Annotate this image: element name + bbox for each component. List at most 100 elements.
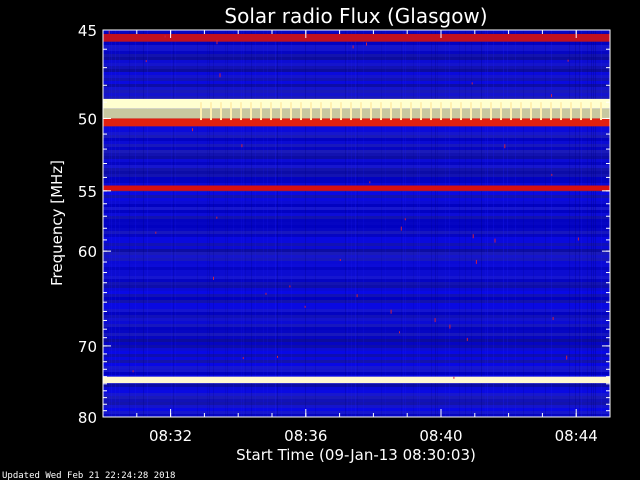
noise-column bbox=[507, 30, 508, 417]
noise-column bbox=[115, 30, 116, 417]
noise-column bbox=[305, 30, 306, 417]
noise-column bbox=[551, 30, 552, 417]
noise-speckle bbox=[434, 318, 436, 323]
interference-spike bbox=[280, 102, 282, 121]
noise-column bbox=[381, 30, 382, 417]
x-tick-label: 08:32 bbox=[149, 427, 192, 445]
noise-speckle bbox=[155, 231, 157, 234]
noise-speckle bbox=[277, 355, 278, 358]
interference-spike bbox=[470, 102, 472, 121]
noise-speckle bbox=[504, 144, 506, 149]
noise-speckle bbox=[356, 294, 358, 298]
noise-speckle bbox=[352, 45, 354, 49]
noise-column bbox=[233, 30, 234, 417]
noise-column bbox=[431, 30, 432, 417]
interference-spike bbox=[440, 102, 442, 121]
noise-column bbox=[173, 30, 174, 417]
noise-column bbox=[225, 30, 226, 417]
interference-spike bbox=[300, 102, 302, 121]
interference-spike bbox=[590, 102, 592, 121]
y-tick-label: 80 bbox=[78, 409, 97, 427]
interference-spike bbox=[600, 102, 602, 121]
noise-column bbox=[277, 30, 278, 417]
interference-spike bbox=[320, 102, 322, 121]
interference-spike bbox=[220, 102, 222, 121]
noise-column bbox=[569, 30, 570, 417]
interference-spike bbox=[430, 102, 432, 121]
interference-spike bbox=[520, 102, 522, 121]
noise-speckle bbox=[241, 144, 243, 148]
noise-column bbox=[109, 30, 110, 417]
interference-spike bbox=[500, 102, 502, 121]
noise-column bbox=[493, 30, 494, 417]
noise-speckle bbox=[390, 309, 392, 314]
y-tick-label: 50 bbox=[78, 110, 97, 128]
noise-column bbox=[119, 30, 120, 417]
interference-spike bbox=[310, 102, 312, 121]
noise-column bbox=[345, 30, 346, 417]
interference-spike bbox=[340, 102, 342, 121]
interference-band bbox=[103, 33, 610, 42]
noise-column bbox=[129, 30, 130, 417]
interference-spike bbox=[450, 102, 452, 121]
noise-speckle bbox=[219, 73, 221, 78]
interference-spike bbox=[400, 102, 402, 121]
y-axis-label: Frequency [MHz] bbox=[48, 160, 66, 286]
noise-speckle bbox=[566, 355, 568, 360]
noise-column bbox=[417, 30, 418, 417]
noise-column bbox=[459, 30, 460, 417]
interference-spike bbox=[380, 102, 382, 121]
noise-speckle bbox=[369, 181, 371, 184]
noise-column bbox=[267, 30, 268, 417]
spectrogram-noise bbox=[103, 30, 610, 417]
x-tick-label: 08:40 bbox=[419, 427, 462, 445]
footer-updated: Updated Wed Feb 21 22:24:28 2018 bbox=[2, 471, 175, 480]
noise-speckle bbox=[472, 234, 474, 239]
noise-column bbox=[347, 30, 348, 417]
interference-spike bbox=[570, 102, 572, 121]
noise-speckle bbox=[366, 42, 367, 46]
noise-column bbox=[251, 30, 252, 417]
interference-band bbox=[103, 108, 610, 119]
interference-spike bbox=[490, 102, 492, 121]
noise-column bbox=[581, 30, 582, 417]
noise-column bbox=[175, 30, 176, 417]
noise-column bbox=[209, 30, 210, 417]
plot-area bbox=[103, 30, 610, 417]
y-tick-label: 55 bbox=[78, 183, 97, 201]
interference-spike bbox=[200, 102, 202, 121]
noise-column bbox=[355, 30, 356, 417]
noise-speckle bbox=[475, 259, 477, 264]
noise-speckle bbox=[164, 35, 166, 38]
noise-speckle bbox=[265, 292, 267, 295]
noise-speckle bbox=[399, 331, 400, 334]
y-tick-label: 70 bbox=[78, 338, 97, 356]
noise-column bbox=[435, 30, 436, 417]
x-tick-label: 08:36 bbox=[284, 427, 327, 445]
interference-spike bbox=[480, 102, 482, 121]
noise-column bbox=[449, 30, 450, 417]
noise-column bbox=[601, 30, 602, 417]
noise-column bbox=[291, 30, 292, 417]
noise-column bbox=[281, 30, 282, 417]
noise-column bbox=[147, 30, 148, 417]
interference-spike bbox=[530, 102, 532, 121]
noise-speckle bbox=[577, 237, 579, 241]
noise-speckle bbox=[449, 324, 451, 329]
interference-spike bbox=[270, 102, 272, 121]
y-tick-label: 60 bbox=[78, 243, 97, 261]
noise-column bbox=[385, 30, 386, 417]
noise-speckle bbox=[216, 40, 218, 45]
noise-column bbox=[143, 30, 144, 417]
noise-speckle bbox=[404, 218, 406, 221]
noise-column bbox=[503, 30, 504, 417]
x-axis-label: Start Time (09-Jan-13 08:30:03) bbox=[236, 446, 476, 464]
noise-column bbox=[111, 30, 112, 417]
noise-speckle bbox=[242, 357, 244, 360]
chart-title: Solar radio Flux (Glasgow) bbox=[224, 4, 487, 28]
interference-spike bbox=[510, 102, 512, 121]
noise-speckle bbox=[339, 259, 341, 261]
noise-column bbox=[255, 30, 256, 417]
noise-column bbox=[481, 30, 482, 417]
interference-spike bbox=[230, 102, 232, 121]
